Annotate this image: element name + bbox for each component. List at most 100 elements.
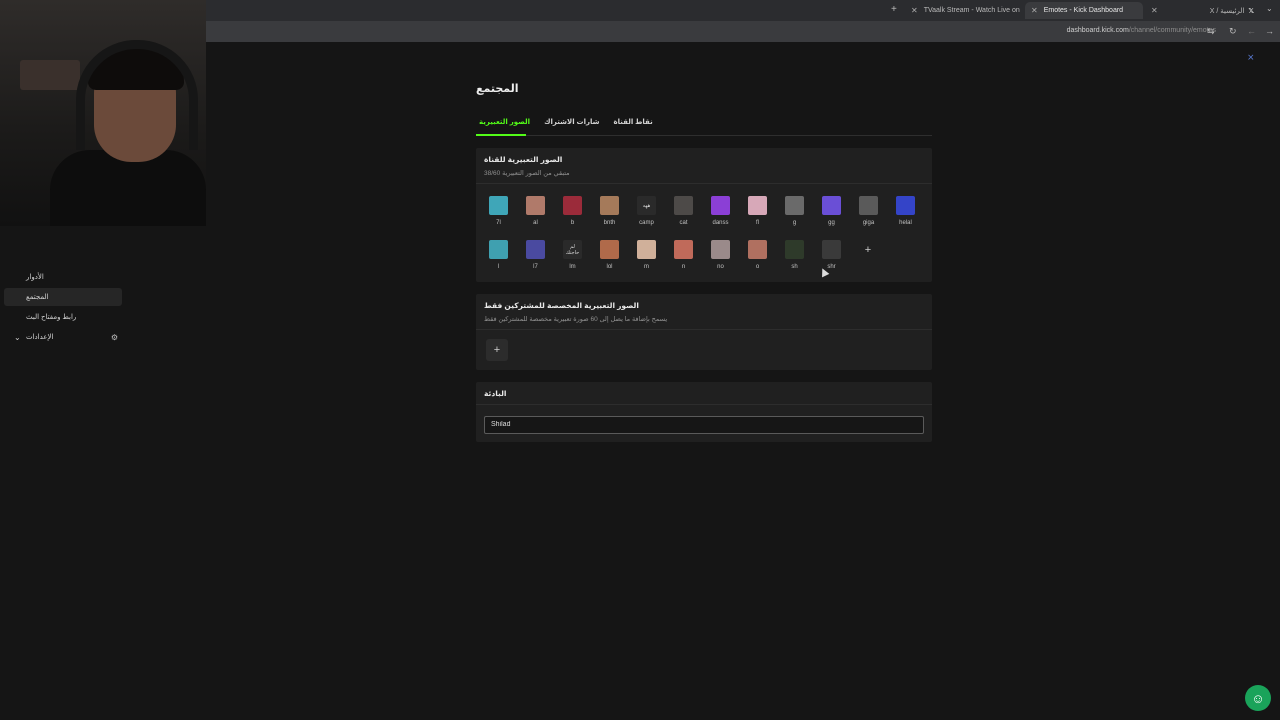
tab-emotes[interactable]: الصور التعبيرية — [476, 118, 533, 132]
emote-g[interactable]: g — [776, 192, 813, 236]
sidebar-item-settings[interactable]: ⌄ الإعدادات ⚙ — [4, 328, 122, 346]
url-path: /channel/community/emotes — [1128, 27, 1216, 34]
emote-o[interactable]: o — [739, 236, 776, 280]
close-tab-icon[interactable]: ✕ — [1031, 6, 1038, 15]
tab-sub-badges[interactable]: شارات الاشتراك — [541, 118, 602, 132]
emote-fl[interactable]: fl — [739, 192, 776, 236]
active-tab-indicator — [476, 134, 526, 136]
emote-7l[interactable]: 7l — [480, 192, 517, 236]
prefix-input[interactable] — [484, 415, 924, 434]
emote-giga[interactable]: giga — [850, 192, 887, 236]
emote-label: gg — [828, 220, 835, 226]
sidebar-item-label: المجتمع — [26, 294, 49, 301]
back-icon[interactable]: ← — [1247, 26, 1256, 36]
emote-sh[interactable]: sh — [776, 236, 813, 280]
emote-lol[interactable]: lol — [591, 236, 628, 280]
emote-label: shr — [827, 264, 836, 270]
close-tab-icon[interactable]: ✕ — [911, 6, 918, 15]
channel-emotes-count: 38/60 متبقي من الصور التعبيرية — [484, 170, 570, 177]
emote-m[interactable]: m — [628, 236, 665, 280]
reload-icon[interactable]: ↻ — [1229, 26, 1237, 37]
chevron-down-icon[interactable]: ⌄ — [1266, 4, 1273, 13]
prefix-card: البادئة — [476, 382, 932, 442]
channel-emotes-title: الصور التعبيرية للقناة — [484, 155, 563, 164]
emote-helal[interactable]: helal — [887, 192, 924, 236]
channel-emotes-card: الصور التعبيرية للقناة 38/60 متبقي من ال… — [476, 148, 932, 282]
emote-image — [711, 196, 730, 215]
emote-label: giga — [862, 220, 875, 226]
add-subscriber-emote-button[interactable]: + — [486, 339, 508, 361]
emote-image — [896, 196, 915, 215]
emote-image — [674, 240, 693, 259]
emote-camp[interactable]: ههه camp — [628, 192, 665, 236]
x-favicon-icon: 𝕏 — [1248, 7, 1254, 15]
emote-label: lol — [606, 264, 613, 270]
close-tab-icon[interactable]: ✕ — [1151, 6, 1158, 15]
emote-no[interactable]: no — [702, 236, 739, 280]
emote-b[interactable]: b — [554, 192, 591, 236]
emote-label: l — [497, 264, 500, 270]
emote-image: لم حاجتك — [563, 240, 582, 259]
emote-label: 7l — [496, 220, 501, 226]
main-content: المجتمع الصور التعبيرية شارات الاشتراك ن… — [476, 82, 932, 442]
collapse-sidebar-icon[interactable]: ⨯ — [1247, 52, 1255, 63]
emote-label: n — [681, 264, 686, 270]
emote-danss[interactable]: danss — [702, 192, 739, 236]
emote-shr[interactable]: shr — [813, 236, 850, 280]
emote-gg[interactable]: gg — [813, 192, 850, 236]
community-tabs: الصور التعبيرية شارات الاشتراك نقاط القن… — [476, 118, 932, 132]
sidebar-item-label: الأدوار — [26, 274, 44, 281]
emote-image — [822, 240, 841, 259]
emote-label: b — [570, 220, 575, 226]
emote-image — [859, 196, 878, 215]
emote-label: camp — [639, 220, 654, 226]
emote-image — [711, 240, 730, 259]
sidebar-item-stream-key[interactable]: رابط ومفتاح البث — [4, 308, 122, 326]
emote-image — [748, 196, 767, 215]
tab-label: X / الرئيسية — [1209, 7, 1245, 15]
emote-label: o — [755, 264, 760, 270]
emote-lm[interactable]: لم حاجتك lm — [554, 236, 591, 280]
emote-cat[interactable]: cat — [665, 192, 702, 236]
prefix-title: البادئة — [484, 389, 507, 398]
emote-label: g — [792, 220, 797, 226]
emote-image — [489, 240, 508, 259]
subscriber-emotes-subtitle: يسمح بإضافة ما يصل إلى 60 صورة تعبيرية م… — [484, 316, 668, 323]
tab-label: TVaalk Stream - Watch Live on — [923, 7, 1020, 14]
emote-image — [600, 240, 619, 259]
tab-tvaalk-stream[interactable]: ✕ TVaalk Stream - Watch Live on — [905, 2, 1023, 19]
emote-label: al — [533, 220, 538, 226]
subscriber-emotes-card: الصور التعبيرية المخصصة للمشتركين فقط يس… — [476, 294, 932, 370]
emote-label: no — [717, 264, 724, 270]
emote-label: sh — [791, 264, 798, 270]
emote-l[interactable]: l — [480, 236, 517, 280]
emote-al[interactable]: al — [517, 192, 554, 236]
emote-image — [674, 196, 693, 215]
forward-icon[interactable]: → — [1265, 26, 1274, 36]
translate-icon[interactable]: ⇆ — [1207, 26, 1215, 37]
page-title: المجتمع — [476, 83, 519, 95]
subscriber-emotes-title: الصور التعبيرية المخصصة للمشتركين فقط — [484, 301, 639, 310]
emote-image — [526, 196, 545, 215]
tab-x-home[interactable]: ✕ X / الرئيسية 𝕏 — [1145, 2, 1260, 19]
emote-label: fl — [756, 220, 759, 226]
chat-support-icon[interactable]: ☺ — [1245, 685, 1271, 711]
emote-image — [526, 240, 545, 259]
url-field[interactable]: dashboard.kick.com/channel/community/emo… — [1067, 27, 1216, 34]
sidebar-item-community[interactable]: المجتمع — [4, 288, 122, 306]
gear-icon: ⚙ — [110, 332, 118, 342]
sidebar-item-roles[interactable]: الأدوار — [4, 268, 122, 286]
emote-image: ههه — [637, 196, 656, 215]
emote-bnth[interactable]: bnth — [591, 192, 628, 236]
tab-underline — [476, 134, 932, 136]
emote-n[interactable]: n — [665, 236, 702, 280]
tab-emotes-dashboard[interactable]: ✕ Emotes - Kick Dashboard — [1025, 2, 1143, 19]
tab-channel-points[interactable]: نقاط القناة — [611, 118, 656, 132]
emote-image — [785, 240, 804, 259]
emote-l7[interactable]: l7 — [517, 236, 554, 280]
add-emote-button[interactable]: + — [857, 239, 879, 261]
new-tab-icon[interactable]: + — [891, 4, 897, 15]
sidebar-item-label: رابط ومفتاح البث — [26, 314, 77, 321]
tab-label: Emotes - Kick Dashboard — [1043, 7, 1124, 14]
emote-image — [637, 240, 656, 259]
